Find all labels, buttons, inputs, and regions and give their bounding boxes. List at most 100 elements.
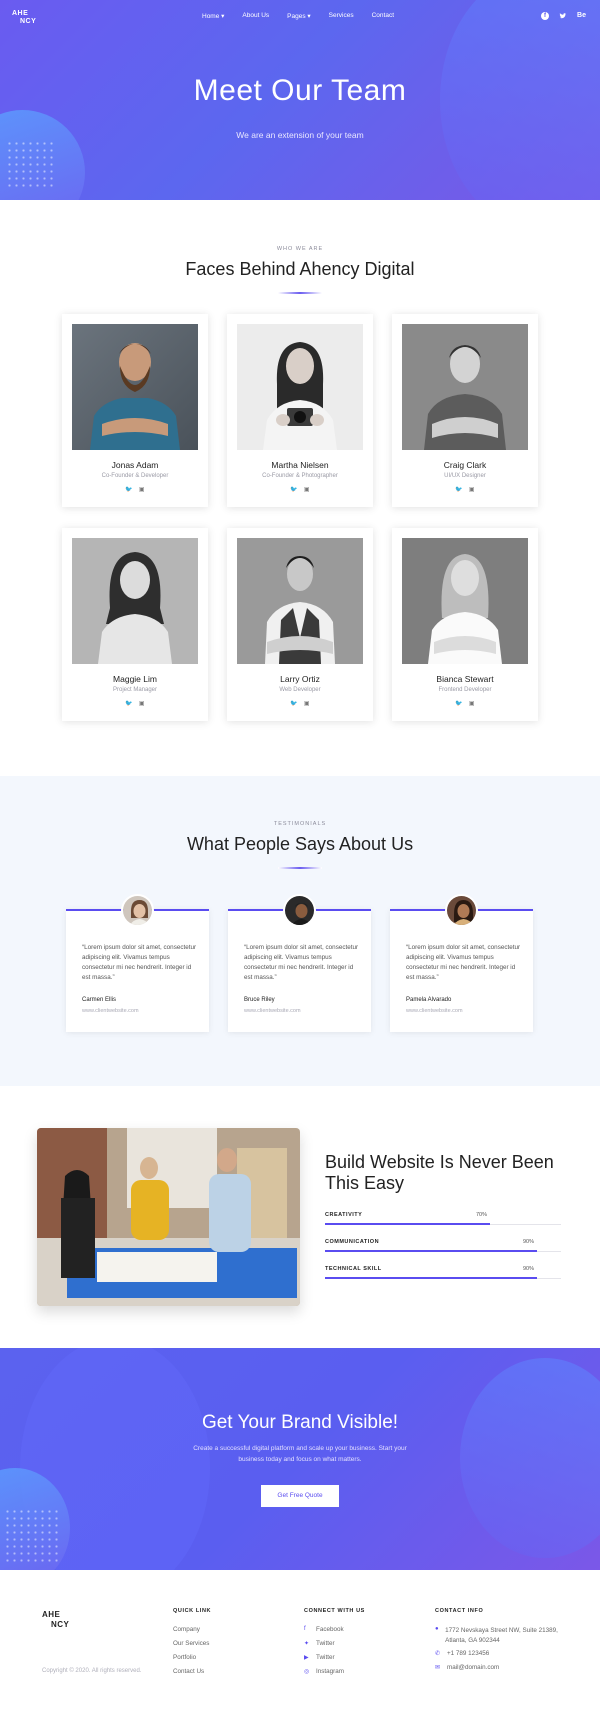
member-photo [72, 324, 198, 450]
header-social-links: f Be [541, 12, 586, 22]
team-card: Craig Clark UI/UX Designer 🐦 ▣ [392, 314, 538, 507]
skill-fill [325, 1223, 490, 1225]
top-navigation: AHE NCY Home ▾ About Us Pages ▾ Services… [0, 0, 600, 34]
twitter-icon[interactable]: 🐦 [290, 701, 297, 707]
member-photo [237, 538, 363, 664]
member-social-links: 🐦 ▣ [227, 486, 373, 493]
contact-address: ● 1772 Nevskaya Street NW, Suite 21389, A… [435, 1626, 570, 1650]
facebook-icon[interactable]: ▣ [304, 701, 310, 707]
client-avatar [121, 894, 154, 927]
testimonial-author: Carmen Ellis [82, 997, 117, 1003]
skill-label: CREATIVITY [325, 1212, 363, 1218]
member-role: Frontend Developer [438, 687, 492, 693]
footer-link-portfolio[interactable]: Portfolio [173, 1654, 211, 1668]
footer: AHE NCY Copyright © 2020. All rights res… [0, 1570, 600, 1713]
testimonials-kicker: TESTIMONIALS [273, 821, 327, 827]
member-role: Project Manager [112, 687, 158, 693]
facebook-icon[interactable]: ▣ [304, 487, 310, 493]
member-role: Co-Founder & Photographer [262, 473, 338, 479]
twitter-icon[interactable]: 🐦 [125, 487, 132, 493]
cta-section: Get Your Brand Visible! Create a success… [0, 1348, 600, 1570]
cta-decoration-blob [460, 1358, 600, 1558]
nav-pages[interactable]: Pages ▾ [287, 12, 311, 20]
footer-link-services[interactable]: Our Services [173, 1640, 211, 1654]
phone-icon: ✆ [435, 1651, 441, 1657]
title-divider [278, 867, 322, 869]
cta-dot-pattern [4, 1508, 60, 1564]
link-label: Twitter [316, 1640, 335, 1647]
footer-link-company[interactable]: Company [173, 1626, 211, 1640]
testimonial-quote: “Lorem ipsum dolor sit amet, consectetur… [82, 944, 197, 981]
footer-connect: CONNECT WITH US f Facebook ✦ Twitter ▶ Twit… [304, 1608, 365, 1682]
footer-heading: QUICK LINK [173, 1608, 212, 1614]
facebook-icon: f [304, 1626, 306, 1632]
facebook-icon[interactable]: ▣ [139, 701, 145, 707]
member-name: Larry Ortiz [280, 674, 320, 684]
member-social-links: 🐦 ▣ [392, 700, 538, 707]
logo-line-2: NCY [51, 1620, 70, 1629]
member-role: UI/UX Designer [444, 473, 486, 479]
footer-quick-links: QUICK LINK Company Our Services Portfoli… [173, 1608, 211, 1682]
facebook-icon[interactable]: ▣ [469, 487, 475, 493]
footer-heading: CONNECT WITH US [304, 1608, 365, 1614]
behance-icon[interactable]: Be [577, 12, 586, 22]
member-photo [402, 324, 528, 450]
contact-phone[interactable]: ✆ +1 789 123456 [435, 1650, 570, 1664]
nav-about-us[interactable]: About Us [242, 12, 269, 20]
footer-facebook-link[interactable]: f Facebook [304, 1626, 365, 1640]
client-avatar [445, 894, 478, 927]
contact-email[interactable]: ✉ mail@domain.com [435, 1664, 570, 1678]
main-menu: Home ▾ About Us Pages ▾ Services Contact [202, 12, 394, 20]
testimonial-card: “Lorem ipsum dolor sit amet, consectetur… [228, 894, 371, 1032]
twitter-icon[interactable] [559, 12, 567, 22]
footer-instagram-link[interactable]: ◎ Instagram [304, 1668, 365, 1682]
get-free-quote-button[interactable]: Get Free Quote [261, 1485, 339, 1507]
member-photo [237, 324, 363, 450]
footer-twitter-link[interactable]: ✦ Twitter [304, 1640, 365, 1654]
member-social-links: 🐦 ▣ [227, 700, 373, 707]
testimonial-author: Bruce Riley [244, 997, 275, 1003]
footer-logo[interactable]: AHE NCY [42, 1610, 69, 1630]
facebook-icon[interactable]: ▣ [469, 701, 475, 707]
link-label: Facebook [316, 1626, 344, 1633]
facebook-icon[interactable]: ▣ [139, 487, 145, 493]
nav-services[interactable]: Services [329, 12, 354, 20]
hero-dot-pattern [6, 140, 56, 190]
team-card: Maggie Lim Project Manager 🐦 ▣ [62, 528, 208, 721]
copyright-text: Copyright © 2020. All rights reserved. [42, 1668, 142, 1674]
skill-percent: 90% [523, 1239, 535, 1245]
facebook-icon[interactable]: f [541, 12, 550, 20]
twitter-icon[interactable]: 🐦 [290, 487, 297, 493]
testimonial-author: Pamela Alvarado [406, 997, 452, 1003]
testimonials-title: What People Says About Us [186, 834, 414, 854]
footer-twitter-link-2[interactable]: ▶ Twitter [304, 1654, 365, 1668]
member-name: Martha Nielsen [271, 460, 329, 470]
twitter-icon[interactable]: 🐦 [455, 487, 462, 493]
title-divider [278, 292, 322, 294]
skills-title: Build Website Is Never Been This Easy [325, 1152, 554, 1193]
logo-line-1: AHE [42, 1610, 61, 1619]
team-card: Larry Ortiz Web Developer 🐦 ▣ [227, 528, 373, 721]
youtube-icon: ▶ [304, 1655, 309, 1661]
cta-description: Create a successful digital platform and… [193, 1445, 407, 1463]
member-name: Craig Clark [443, 460, 487, 470]
client-avatar [283, 894, 316, 927]
nav-home[interactable]: Home ▾ [202, 12, 224, 20]
testimonial-website[interactable]: www.clientwebsite.com [82, 1008, 139, 1014]
member-social-links: 🐦 ▣ [62, 486, 208, 493]
twitter-icon[interactable]: 🐦 [455, 701, 462, 707]
skill-fill [325, 1250, 537, 1252]
member-social-links: 🐦 ▣ [62, 700, 208, 707]
phone-text: +1 789 123456 [447, 1650, 490, 1657]
testimonial-website[interactable]: www.clientwebsite.com [406, 1008, 463, 1014]
skill-percent: 70% [476, 1212, 488, 1218]
link-label: Twitter [316, 1654, 335, 1661]
nav-contact[interactable]: Contact [372, 12, 394, 20]
footer-link-contact[interactable]: Contact Us [173, 1668, 211, 1682]
email-text: mail@domain.com [447, 1664, 500, 1671]
testimonial-website[interactable]: www.clientwebsite.com [244, 1008, 301, 1014]
twitter-icon[interactable]: 🐦 [125, 701, 132, 707]
member-photo [72, 538, 198, 664]
twitter-icon: ✦ [304, 1641, 310, 1647]
brand-logo[interactable]: AHE NCY [12, 10, 36, 26]
